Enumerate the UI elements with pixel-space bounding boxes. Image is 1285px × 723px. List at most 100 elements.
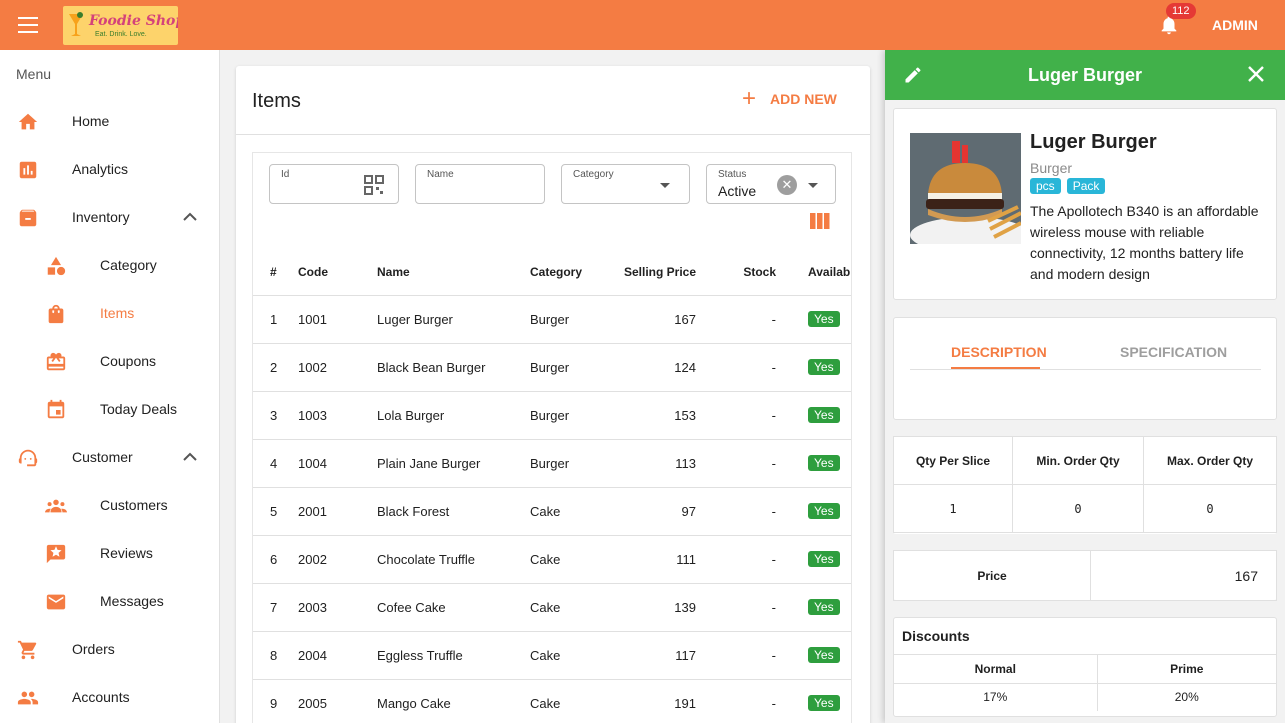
available-badge: Yes	[808, 407, 840, 423]
row-stock: -	[696, 583, 776, 632]
coupon-icon	[46, 352, 66, 371]
column-header-category[interactable]: Category	[530, 249, 610, 296]
row-stock: -	[696, 679, 776, 723]
calendar-icon	[47, 399, 65, 419]
table-row[interactable]: 4 1004 Plain Jane Burger Burger 113 - Ye…	[253, 439, 851, 488]
sidebar-item-category[interactable]: Category	[0, 242, 219, 290]
name-filter-input[interactable]: Name	[415, 164, 545, 204]
category-icon	[47, 256, 66, 276]
analytics-icon	[19, 161, 37, 179]
available-badge: Yes	[808, 599, 840, 615]
sidebar-item-customer[interactable]: Customer	[0, 434, 219, 482]
column-header-code[interactable]: Code	[298, 249, 377, 296]
id-filter-input[interactable]: Id	[269, 164, 399, 204]
discount-prime-value: 20%	[1096, 682, 1276, 711]
discounts-title: Discounts	[894, 618, 1276, 655]
sidebar-item-customers[interactable]: Customers	[0, 482, 219, 530]
table-row[interactable]: 6 2002 Chocolate Truffle Cake 111 - Yes	[253, 535, 851, 584]
tab-description[interactable]: DESCRIPTION	[951, 344, 1047, 360]
sidebar-item-items[interactable]: Items	[0, 290, 219, 338]
sidebar-item-label: Home	[72, 113, 110, 129]
column-header-available[interactable]: Available	[776, 249, 851, 296]
add-new-label: ADD NEW	[770, 91, 837, 107]
tab-specification[interactable]: SPECIFICATION	[1120, 344, 1227, 360]
row-index: 9	[253, 679, 298, 723]
row-category: Cake	[530, 487, 610, 536]
clear-icon[interactable]: ✕	[777, 175, 797, 195]
available-badge: Yes	[808, 551, 840, 567]
sidebar: Menu Home Analytics Inventory Category I…	[0, 50, 220, 723]
drawer-title: Luger Burger	[1027, 65, 1142, 85]
sidebar-item-inventory[interactable]: Inventory	[0, 194, 219, 242]
row-price: 167	[610, 295, 696, 344]
chevron-up-icon[interactable]	[183, 452, 197, 462]
sidebar-item-label: Analytics	[72, 161, 129, 177]
sidebar-item-label: Coupons	[100, 353, 157, 369]
column-header-selling-price[interactable]: Selling Price	[610, 249, 696, 296]
category-filter-select[interactable]: Category	[561, 164, 690, 204]
sidebar-menu-title: Menu	[16, 66, 52, 82]
table-row[interactable]: 8 2004 Eggless Truffle Cake 117 - Yes	[253, 631, 851, 680]
sidebar-item-label: Accounts	[72, 689, 130, 705]
min-order-qty-value: 0	[1012, 484, 1144, 533]
chevron-up-icon[interactable]	[183, 212, 197, 222]
discount-prime-header: Prime	[1096, 655, 1276, 684]
row-code: 2004	[298, 631, 377, 680]
product-name: Luger Burger	[1030, 131, 1157, 153]
items-table: # Code Name Category Selling Price Stock…	[253, 249, 851, 723]
price-table: Price 167	[893, 550, 1277, 601]
discounts-card: Discounts Normal Prime 17% 20%	[893, 617, 1277, 717]
table-row[interactable]: 7 2003 Cofee Cake Cake 139 - Yes	[253, 583, 851, 632]
max-order-qty-value: 0	[1143, 484, 1277, 533]
sidebar-item-reviews[interactable]: Reviews	[0, 530, 219, 578]
app-logo[interactable]: Foodie Shopie Eat. Drink. Love.	[63, 6, 178, 45]
add-new-button[interactable]: + ADD NEW	[742, 87, 837, 111]
column-header-name[interactable]: Name	[377, 249, 530, 296]
row-stock: -	[696, 631, 776, 680]
menu-icon[interactable]	[18, 17, 38, 33]
available-badge: Yes	[808, 647, 840, 663]
product-summary-card: Luger Burger Burger pcs Pack The Apollot…	[893, 108, 1277, 300]
sidebar-item-today-deals[interactable]: Today Deals	[0, 386, 219, 434]
details-tabs-card: DESCRIPTION SPECIFICATION	[893, 317, 1277, 420]
user-menu-button[interactable]: ADMIN	[1212, 17, 1258, 33]
discount-normal-value: 17%	[894, 682, 1098, 711]
product-image	[910, 133, 1021, 244]
notification-count-badge: 112	[1166, 3, 1196, 19]
row-name: Black Forest	[377, 487, 530, 536]
row-name: Eggless Truffle	[377, 631, 530, 680]
row-name: Black Bean Burger	[377, 343, 530, 392]
table-row[interactable]: 5 2001 Black Forest Cake 97 - Yes	[253, 487, 851, 536]
top-app-bar: Foodie Shopie Eat. Drink. Love. 112 ADMI…	[0, 0, 1285, 50]
sidebar-item-label: Orders	[72, 641, 115, 657]
table-row[interactable]: 1 1001 Luger Burger Burger 167 - Yes	[253, 295, 851, 344]
column-header-index[interactable]: #	[253, 249, 298, 296]
row-category: Cake	[530, 535, 610, 584]
row-index: 3	[253, 391, 298, 440]
row-price: 113	[610, 439, 696, 488]
row-price: 153	[610, 391, 696, 440]
sidebar-item-messages[interactable]: Messages	[0, 578, 219, 626]
min-order-qty-header: Min. Order Qty	[1012, 436, 1144, 485]
sidebar-item-home[interactable]: Home	[0, 98, 219, 146]
sidebar-item-label: Today Deals	[100, 401, 178, 417]
qr-code-icon[interactable]	[364, 175, 384, 195]
sidebar-item-orders[interactable]: Orders	[0, 626, 219, 674]
table-row[interactable]: 3 1003 Lola Burger Burger 153 - Yes	[253, 391, 851, 440]
table-row[interactable]: 9 2005 Mango Cake Cake 191 - Yes	[253, 679, 851, 723]
column-header-stock[interactable]: Stock	[696, 249, 776, 296]
sidebar-item-coupons[interactable]: Coupons	[0, 338, 219, 386]
row-code: 1004	[298, 439, 377, 488]
row-name: Plain Jane Burger	[377, 439, 530, 488]
table-row[interactable]: 2 1002 Black Bean Burger Burger 124 - Ye…	[253, 343, 851, 392]
row-stock: -	[696, 487, 776, 536]
sidebar-item-accounts[interactable]: Accounts	[0, 674, 219, 722]
view-columns-icon[interactable]	[810, 213, 830, 229]
sidebar-item-analytics[interactable]: Analytics	[0, 146, 219, 194]
row-price: 139	[610, 583, 696, 632]
items-table-panel: Id Name Category Status Active ✕ # Code …	[252, 152, 852, 723]
row-stock: -	[696, 535, 776, 584]
close-icon[interactable]	[1247, 65, 1265, 83]
sidebar-item-label: Customers	[100, 497, 168, 513]
status-filter-select[interactable]: Status Active ✕	[706, 164, 836, 204]
